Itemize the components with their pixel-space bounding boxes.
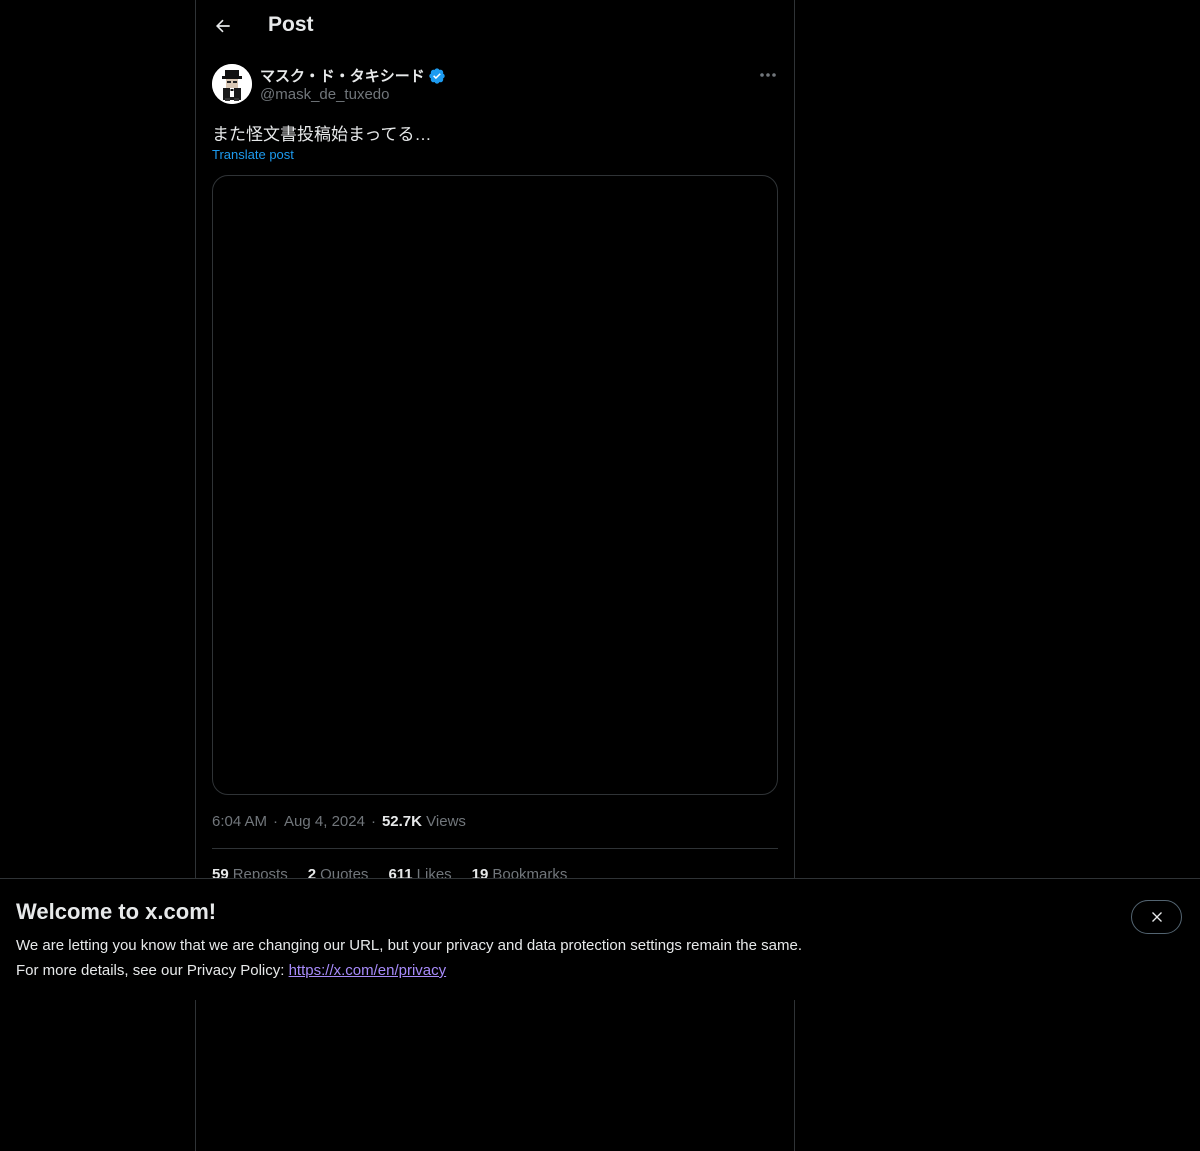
banner-title: Welcome to x.com! xyxy=(16,899,217,924)
more-horizontal-icon xyxy=(760,73,776,77)
more-options-button[interactable] xyxy=(752,64,784,86)
privacy-policy-link[interactable]: https://x.com/en/privacy xyxy=(289,962,447,979)
post-media[interactable] xyxy=(212,175,778,795)
author-display-name[interactable]: マスク・ド・タキシード xyxy=(260,65,446,86)
welcome-banner: Welcome to x.com! We are letting you kno… xyxy=(0,878,1200,1000)
divider xyxy=(212,848,778,849)
post-text: また怪文書投稿始まってる… xyxy=(212,125,432,144)
arrow-left-icon xyxy=(216,19,230,33)
banner-privacy-prefix: For more details, see our Privacy Policy… xyxy=(16,962,289,979)
tuxedo-avatar-icon xyxy=(212,64,252,104)
views-label: Views xyxy=(426,813,466,830)
meta-separator: · xyxy=(273,813,279,830)
author-name-text: マスク・ド・タキシード xyxy=(260,68,425,85)
avatar[interactable] xyxy=(212,64,252,104)
author-handle[interactable]: @mask_de_tuxedo xyxy=(260,86,389,103)
post-date[interactable]: Aug 4, 2024 xyxy=(284,813,365,830)
post-time[interactable]: 6:04 AM xyxy=(212,813,267,830)
banner-privacy-line: For more details, see our Privacy Policy… xyxy=(16,962,446,979)
page-title: Post xyxy=(268,13,314,36)
banner-close-button[interactable] xyxy=(1131,900,1182,934)
verified-badge-icon xyxy=(429,67,445,84)
close-icon xyxy=(1151,912,1162,922)
post-meta: 6:04 AM · Aug 4, 2024 · 52.7K Views xyxy=(212,813,466,830)
page-header: Post xyxy=(196,0,794,53)
back-button[interactable] xyxy=(206,9,240,43)
views-count: 52.7K xyxy=(381,813,422,830)
translate-post-link[interactable]: Translate post xyxy=(212,147,294,162)
meta-separator: · xyxy=(370,813,376,830)
banner-message: We are letting you know that we are chan… xyxy=(16,937,802,954)
